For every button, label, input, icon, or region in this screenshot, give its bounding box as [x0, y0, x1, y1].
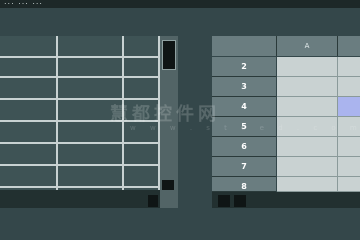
- sheet-corner[interactable]: [212, 36, 277, 56]
- left-scrollbar-thumb[interactable]: [162, 40, 176, 70]
- title-bar: [0, 0, 360, 8]
- watermark-text: 慧都控件网: [110, 104, 220, 125]
- sheet-cell[interactable]: [338, 177, 360, 192]
- left-grid-column-line: [56, 36, 58, 190]
- left-horizontal-scroll-area[interactable]: [0, 190, 160, 208]
- left-scroll-down-button[interactable]: [162, 180, 174, 190]
- sheet-column-header-b[interactable]: [338, 36, 360, 56]
- left-grid-row-line: [0, 142, 160, 144]
- sheet-cell[interactable]: [338, 137, 360, 157]
- sheet-cell[interactable]: [338, 77, 360, 97]
- sheet-cell[interactable]: [277, 177, 338, 192]
- sheet-row-header[interactable]: 7: [212, 157, 276, 177]
- sheet-row-header[interactable]: 2: [212, 57, 276, 77]
- sheet-column-header-a[interactable]: A: [277, 36, 338, 56]
- window-title: ... ... ...: [4, 0, 43, 6]
- left-grid-row-line: [0, 186, 160, 188]
- sheet-scroll-right-button[interactable]: [234, 195, 246, 207]
- left-grid-row-line: [0, 56, 160, 58]
- sheet-row-header[interactable]: 6: [212, 137, 276, 157]
- sheet-cell[interactable]: [338, 157, 360, 177]
- sheet-row-header[interactable]: 8: [212, 177, 276, 192]
- sheet-cell[interactable]: [277, 97, 338, 117]
- left-grid-row-line: [0, 76, 160, 78]
- left-hscroll-button[interactable]: [148, 195, 158, 207]
- sheet-cell[interactable]: [277, 137, 338, 157]
- sheet-cell[interactable]: [277, 57, 338, 77]
- left-grid-row-line: [0, 164, 160, 166]
- sheet-row-header[interactable]: 3: [212, 77, 276, 97]
- sheet-cell[interactable]: [277, 77, 338, 97]
- sheet-row-header[interactable]: 4: [212, 97, 276, 117]
- selected-sheet-cell[interactable]: [338, 97, 360, 117]
- watermark-url: w w w . s t e e d . c o m: [130, 124, 360, 132]
- sheet-scroll-left-button[interactable]: [218, 195, 230, 207]
- sheet-cell[interactable]: [277, 157, 338, 177]
- sheet-cell[interactable]: [338, 57, 360, 77]
